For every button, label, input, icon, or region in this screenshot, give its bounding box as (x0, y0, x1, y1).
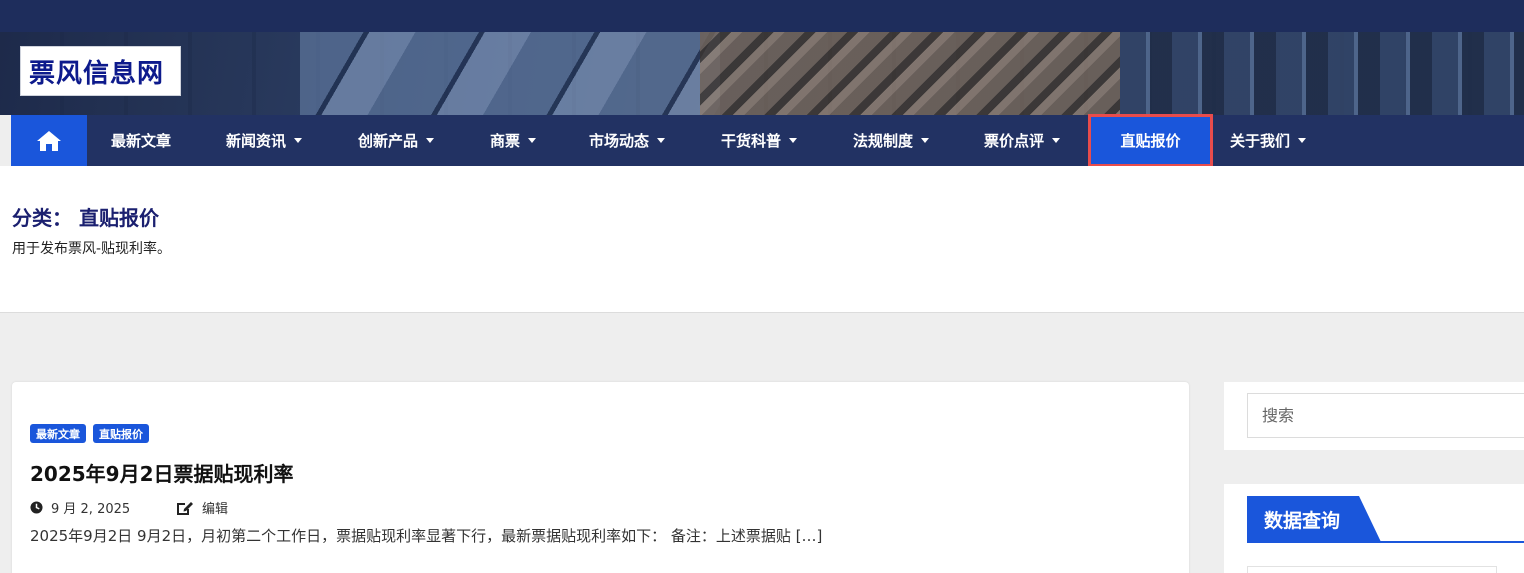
chevron-down-icon (1052, 138, 1061, 143)
post-edit-link[interactable]: 编辑 (176, 498, 228, 517)
post-tag-latest[interactable]: 最新文章 (30, 424, 86, 443)
edit-icon (177, 501, 193, 515)
nav-item-about[interactable]: 关于我们 (1230, 115, 1307, 166)
home-icon (37, 130, 61, 151)
nav-item-price-review[interactable]: 票价点评 (984, 115, 1061, 166)
site-logo-text[interactable]: 票风信息网 (29, 53, 164, 90)
top-bar (0, 0, 1524, 32)
nav-home-button[interactable] (11, 115, 87, 166)
post-title[interactable]: 2025年9月2日票据贴现利率 (30, 458, 294, 487)
nav-item-market[interactable]: 市场动态 (589, 115, 666, 166)
chevron-down-icon (657, 138, 666, 143)
nav-item-knowledge[interactable]: 干货科普 (721, 115, 798, 166)
search-input[interactable] (1247, 393, 1524, 438)
nav-item-news[interactable]: 新闻资讯 (226, 115, 303, 166)
post-excerpt: 2025年9月2日 9月2日，月初第二个工作日，票据贴现利率显著下行，最新票据贴… (30, 527, 823, 545)
chevron-down-icon (294, 138, 303, 143)
header-banner (0, 32, 1524, 115)
category-description: 用于发布票风-贴现利率。 (12, 241, 172, 257)
nav-item-latest[interactable]: 最新文章 (111, 115, 171, 166)
chevron-down-icon (789, 138, 798, 143)
post-tag-discount-quote[interactable]: 直贴报价 (93, 424, 149, 443)
main-nav: 最新文章 新闻资讯 创新产品 商票 市场动态 干货科普 法规制度 票价点评 直贴… (11, 114, 1524, 167)
site-logo[interactable]: 票风信息网 (20, 46, 181, 96)
sidebar-data-query-widget: 数据查询 (1224, 484, 1524, 573)
nav-item-products[interactable]: 创新产品 (358, 115, 435, 166)
widget-title-bar: 数据查询 (1247, 496, 1524, 543)
post-card: 最新文章 直贴报价 2025年9月2日票据贴现利率 9 月 2, 2025 编辑… (12, 382, 1189, 573)
widget-content (1247, 566, 1497, 573)
sidebar-search-widget (1224, 382, 1524, 450)
chevron-down-icon (426, 138, 435, 143)
clock-icon (30, 501, 43, 514)
chevron-down-icon (1298, 138, 1307, 143)
chevron-down-icon (921, 138, 930, 143)
nav-item-discount-quote[interactable]: 直贴报价 (1088, 114, 1213, 167)
nav-item-regulations[interactable]: 法规制度 (853, 115, 930, 166)
chevron-down-icon (528, 138, 537, 143)
nav-item-commercial-bill[interactable]: 商票 (490, 115, 537, 166)
post-date[interactable]: 9 月 2, 2025 (30, 498, 130, 517)
widget-title: 数据查询 (1247, 496, 1381, 542)
category-header: 分类： 直贴报价 用于发布票风-贴现利率。 (0, 166, 1524, 313)
category-title: 分类： 直贴报价 (12, 206, 159, 230)
